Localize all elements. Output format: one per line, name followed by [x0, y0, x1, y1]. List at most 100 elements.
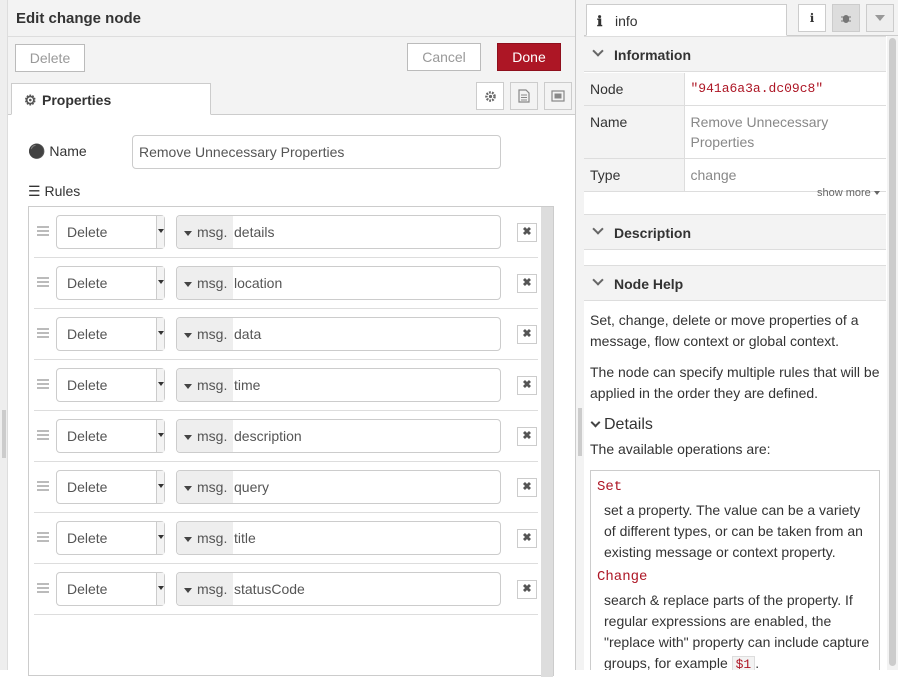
caret-down-icon [156, 267, 164, 299]
remove-rule-button[interactable]: ✖ [517, 427, 537, 446]
remove-icon: ✖ [522, 532, 532, 544]
done-button[interactable]: Done [497, 43, 561, 71]
sidebar-scrollbar[interactable] [887, 36, 898, 670]
remove-rule-button[interactable]: ✖ [517, 223, 537, 242]
property-value[interactable]: query [234, 479, 269, 495]
property-type-button[interactable]: msg. [177, 318, 233, 350]
drag-handle-icon[interactable] [37, 379, 49, 389]
cancel-button[interactable]: Cancel [407, 43, 481, 71]
description-section-header[interactable]: Description [584, 214, 886, 250]
property-value[interactable]: statusCode [234, 581, 305, 597]
caret-down-icon [184, 281, 192, 287]
property-value[interactable]: title [234, 530, 256, 546]
remove-icon: ✖ [522, 328, 532, 340]
rule-property-input[interactable]: msg. location [176, 266, 501, 300]
node-appearance-tab-icon[interactable] [544, 82, 572, 110]
property-type-button[interactable]: msg. [177, 522, 233, 554]
property-value[interactable]: description [234, 428, 302, 444]
property-value[interactable]: location [234, 275, 282, 291]
rule-row: Delete msg. query ✖ [34, 462, 538, 513]
rule-property-input[interactable]: msg. time [176, 368, 501, 402]
remove-icon: ✖ [522, 583, 532, 595]
splitter-grip[interactable] [578, 408, 582, 456]
chevron-down-icon [592, 223, 604, 235]
rule-action-select[interactable]: Delete [56, 419, 165, 453]
name-input[interactable]: Remove Unnecessary Properties [132, 135, 501, 169]
rule-property-input[interactable]: msg. details [176, 215, 501, 249]
remove-rule-button[interactable]: ✖ [517, 274, 537, 293]
remove-icon: ✖ [522, 430, 532, 442]
tray-tabbar: ⚙ Properties [8, 82, 575, 115]
file-text-icon [518, 89, 530, 103]
drag-handle-icon[interactable] [37, 277, 49, 287]
rule-property-input[interactable]: msg. data [176, 317, 501, 351]
info-tab-button[interactable]: ℹ [798, 4, 826, 32]
remove-rule-button[interactable]: ✖ [517, 529, 537, 548]
chevron-down-icon [592, 45, 604, 57]
property-value[interactable]: details [234, 224, 274, 240]
properties-panel: ⚫ Name Remove Unnecessary Properties ☰ R… [8, 115, 575, 677]
property-type-label: msg. [197, 428, 228, 444]
information-section-header[interactable]: Information [584, 36, 886, 72]
property-type-button[interactable]: msg. [177, 267, 233, 299]
rule-action-select[interactable]: Delete [56, 266, 165, 300]
rule-action-select[interactable]: Delete [56, 572, 165, 606]
remove-rule-button[interactable]: ✖ [517, 325, 537, 344]
sidebar-scroll-thumb[interactable] [889, 38, 896, 666]
node-description-tab-icon[interactable] [510, 82, 538, 110]
drag-handle-icon[interactable] [37, 532, 49, 542]
drag-handle-icon[interactable] [37, 583, 49, 593]
info-value: Remove Unnecessary Properties [684, 105, 886, 159]
info-value[interactable]: "941a6a3a.dc09c8" [684, 73, 886, 106]
rule-action-select[interactable]: Delete [56, 368, 165, 402]
remove-rule-button[interactable]: ✖ [517, 376, 537, 395]
tab-info-label: info [615, 13, 638, 29]
node-help-title: Node Help [614, 276, 684, 292]
node-settings-tab-icon[interactable] [476, 82, 504, 110]
bug-icon [841, 15, 851, 23]
property-type-button[interactable]: msg. [177, 420, 233, 452]
rule-action-select[interactable]: Delete [56, 215, 165, 249]
tab-info[interactable]: ℹ info [586, 4, 787, 36]
property-value[interactable]: data [234, 326, 261, 342]
sidebar-menu-button[interactable] [866, 4, 894, 32]
debug-tab-button[interactable] [832, 4, 860, 32]
rule-property-input[interactable]: msg. query [176, 470, 501, 504]
rule-row: Delete msg. time ✖ [34, 360, 538, 411]
remove-rule-button[interactable]: ✖ [517, 580, 537, 599]
tray-resize-handle[interactable] [2, 410, 6, 458]
remove-rule-button[interactable]: ✖ [517, 478, 537, 497]
show-more-link[interactable]: show more [817, 187, 880, 199]
rule-row: Delete msg. title ✖ [34, 513, 538, 564]
details-heading[interactable]: Details [590, 414, 882, 435]
sidebar-splitter[interactable] [576, 0, 584, 670]
delete-node-button[interactable]: Delete [15, 44, 85, 72]
property-value[interactable]: time [234, 377, 260, 393]
rule-action-value: Delete [67, 224, 108, 240]
code-snippet: $1 [731, 656, 756, 670]
drag-handle-icon[interactable] [37, 328, 49, 338]
op-name-set: Set [597, 479, 623, 495]
property-type-button[interactable]: msg. [177, 216, 233, 248]
rule-row: Delete msg. location ✖ [34, 258, 538, 309]
rules-scrollbar[interactable] [541, 207, 553, 677]
tray-resize-rail[interactable] [0, 0, 8, 670]
node-help-section-header[interactable]: Node Help [584, 265, 886, 301]
property-type-button[interactable]: msg. [177, 471, 233, 503]
tab-properties[interactable]: ⚙ Properties [11, 83, 211, 115]
property-type-button[interactable]: msg. [177, 369, 233, 401]
rule-property-input[interactable]: msg. description [176, 419, 501, 453]
rule-property-input[interactable]: msg. title [176, 521, 501, 555]
property-type-button[interactable]: msg. [177, 573, 233, 605]
info-icon: ℹ [809, 11, 815, 25]
rule-row: Delete msg. details ✖ [34, 207, 538, 258]
rule-action-select[interactable]: Delete [56, 521, 165, 555]
rule-action-select[interactable]: Delete [56, 317, 165, 351]
rule-property-input[interactable]: msg. statusCode [176, 572, 501, 606]
drag-handle-icon[interactable] [37, 481, 49, 491]
caret-down-icon [184, 587, 192, 593]
drag-handle-icon[interactable] [37, 226, 49, 236]
rule-action-select[interactable]: Delete [56, 470, 165, 504]
rules-label: ☰ Rules [28, 183, 80, 200]
drag-handle-icon[interactable] [37, 430, 49, 440]
